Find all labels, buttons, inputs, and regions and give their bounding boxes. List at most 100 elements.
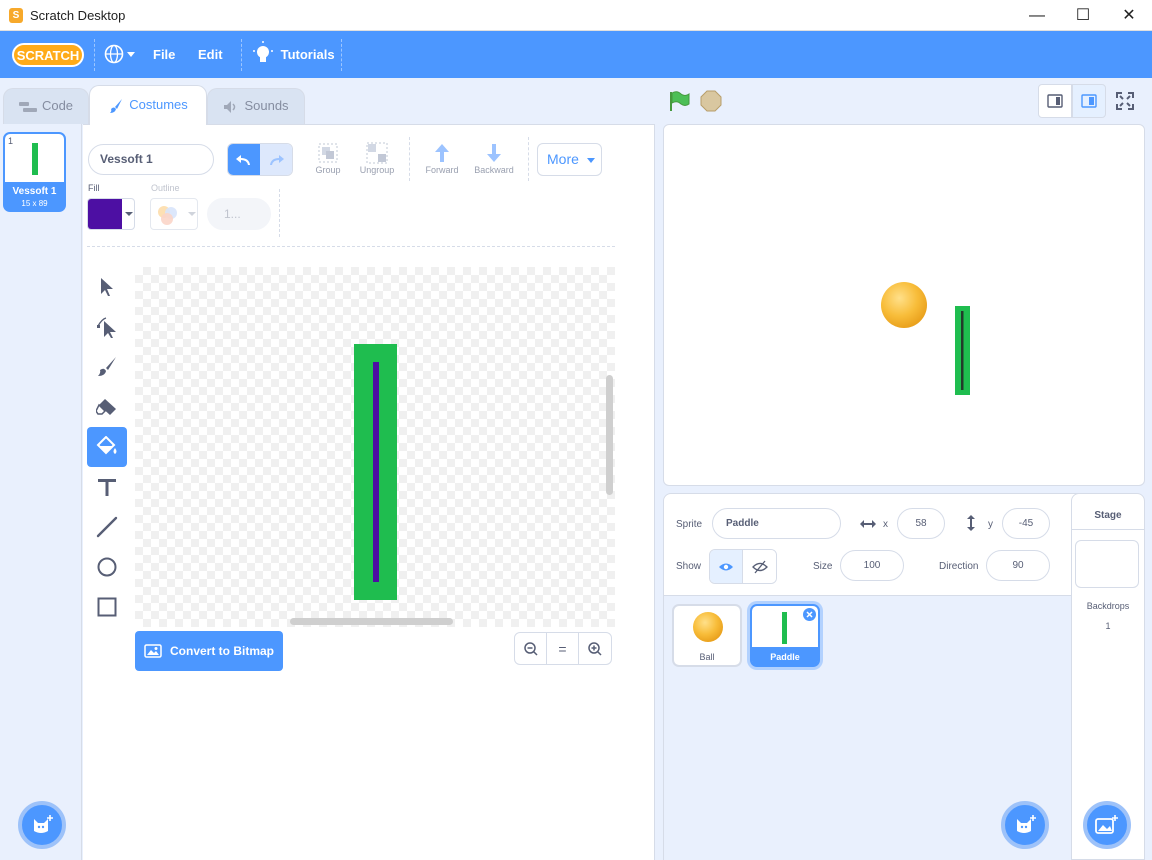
- ball-sprite[interactable]: [881, 282, 927, 328]
- code-blocks-icon: [18, 101, 37, 112]
- sprite-name-input[interactable]: Paddle: [712, 508, 841, 539]
- select-tool[interactable]: [87, 267, 127, 307]
- rectangle-icon: [97, 597, 117, 617]
- redo-button[interactable]: [260, 144, 292, 175]
- circle-icon: [97, 557, 117, 577]
- show-label: Show: [676, 561, 702, 572]
- lightbulb-icon: [253, 41, 273, 62]
- close-button[interactable]: ✕: [1106, 0, 1152, 31]
- globe-icon: [104, 44, 135, 64]
- horizontal-scrollbar[interactable]: [290, 618, 453, 625]
- stop-sign-icon: [700, 90, 722, 112]
- tab-costumes[interactable]: Costumes: [89, 85, 207, 125]
- eraser-tool[interactable]: [87, 387, 127, 427]
- choose-costume-button[interactable]: [18, 801, 66, 849]
- backdrops-count: 1: [1105, 621, 1111, 631]
- dropdown-caret-icon: [188, 212, 196, 216]
- scratch-logo[interactable]: SCRATCH: [12, 42, 84, 68]
- stop-button[interactable]: [700, 90, 722, 115]
- undo-icon: [236, 154, 250, 165]
- size-label: Size: [813, 561, 833, 572]
- choose-sprite-button[interactable]: [1001, 801, 1049, 849]
- more-button[interactable]: More: [537, 143, 602, 176]
- x-input[interactable]: 58: [897, 508, 945, 539]
- file-menu[interactable]: File: [153, 31, 175, 78]
- show-sprite-button[interactable]: [710, 550, 743, 583]
- backward-button[interactable]: Backward: [469, 141, 519, 175]
- stage-target-panel[interactable]: Stage Backdrops 1: [1071, 493, 1145, 860]
- small-stage-button[interactable]: [1038, 84, 1072, 118]
- y-input[interactable]: -45: [1002, 508, 1050, 539]
- zoom-out-icon: [523, 641, 538, 656]
- tab-sounds[interactable]: Sounds: [207, 88, 305, 124]
- costume-thumbnail: 1: [5, 134, 64, 182]
- forward-label: Forward: [425, 165, 459, 175]
- sprite-label: Sprite: [676, 519, 703, 530]
- rectangle-tool[interactable]: [87, 587, 127, 627]
- circle-tool[interactable]: [87, 547, 127, 587]
- arrow-pointer-icon: [101, 278, 113, 296]
- direction-input[interactable]: 90: [986, 550, 1050, 581]
- undo-button[interactable]: [228, 144, 260, 175]
- arrow-down-icon: [487, 144, 501, 162]
- close-icon: [806, 611, 813, 618]
- stage-title: Stage: [1094, 510, 1122, 521]
- text-tool[interactable]: [87, 467, 127, 507]
- costume-size: 15 x 89: [21, 199, 48, 208]
- maximize-button[interactable]: ☐: [1060, 0, 1106, 31]
- vertical-scrollbar[interactable]: [606, 375, 613, 495]
- edit-menu[interactable]: Edit: [198, 31, 223, 78]
- small-stage-icon: [1047, 94, 1063, 108]
- sprite-tile-paddle[interactable]: Paddle: [750, 604, 820, 667]
- scratch-app-icon: S: [9, 8, 23, 23]
- reshape-tool[interactable]: [87, 307, 127, 347]
- direction-label: Direction: [939, 561, 979, 572]
- brush-tool[interactable]: [87, 347, 127, 387]
- convert-to-bitmap-button[interactable]: Convert to Bitmap: [135, 631, 283, 671]
- zoom-reset-button[interactable]: =: [547, 633, 579, 664]
- zoom-in-button[interactable]: [579, 633, 611, 664]
- choose-backdrop-button[interactable]: [1083, 801, 1131, 849]
- costume-number: 1: [8, 136, 14, 146]
- size-input[interactable]: 100: [840, 550, 904, 581]
- fill-tool[interactable]: [87, 427, 127, 467]
- minimize-button[interactable]: —: [1014, 0, 1060, 31]
- ungroup-button[interactable]: Ungroup: [354, 141, 400, 175]
- language-menu[interactable]: [103, 31, 137, 78]
- delete-sprite-button[interactable]: [803, 608, 816, 621]
- reshape-icon: [97, 317, 116, 338]
- redo-icon: [270, 154, 284, 165]
- hide-sprite-button[interactable]: [743, 550, 776, 583]
- outline-width-input[interactable]: 1...: [207, 198, 271, 230]
- fullscreen-button[interactable]: [1114, 90, 1136, 115]
- stage-canvas[interactable]: [663, 124, 1145, 486]
- zoom-controls: =: [514, 632, 612, 665]
- forward-button[interactable]: Forward: [419, 141, 465, 175]
- speaker-icon: [224, 100, 236, 113]
- toolbar-divider: [279, 189, 280, 237]
- paddle-sprite[interactable]: [955, 306, 970, 395]
- fullscreen-icon: [1116, 92, 1134, 110]
- green-flag-button[interactable]: [668, 90, 690, 115]
- tab-code[interactable]: Code: [3, 88, 89, 124]
- paint-canvas[interactable]: [135, 267, 615, 627]
- sprite-tile-ball[interactable]: Ball: [672, 604, 742, 667]
- backdrop-thumbnail: [1075, 540, 1139, 588]
- menu-divider: [341, 39, 342, 71]
- tutorials-label: Tutorials: [280, 47, 335, 62]
- convert-label: Convert to Bitmap: [170, 644, 275, 658]
- costume-name-input[interactable]: Vessoft 1: [88, 144, 214, 175]
- group-button[interactable]: Group: [309, 141, 347, 175]
- tutorials-menu[interactable]: Tutorials: [253, 31, 335, 78]
- zoom-in-icon: [588, 641, 602, 656]
- zoom-out-button[interactable]: [515, 633, 547, 664]
- outline-label: Outline: [151, 183, 180, 193]
- line-tool[interactable]: [87, 507, 127, 547]
- costume-item[interactable]: 1 Vessoft 1 15 x 89: [3, 132, 66, 212]
- fill-color-picker[interactable]: [87, 198, 135, 230]
- eye-slash-icon: [751, 560, 768, 573]
- fill-color-swatch: [88, 199, 122, 229]
- sprite-name-ball: Ball: [699, 652, 715, 662]
- large-stage-button[interactable]: [1072, 84, 1106, 118]
- outline-color-picker[interactable]: [150, 198, 198, 230]
